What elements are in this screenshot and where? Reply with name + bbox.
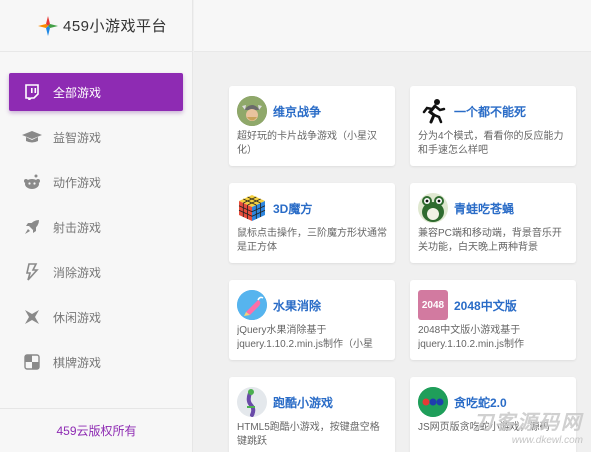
game-description: 2048中文版小游戏基于jquery.1.10.2.min.js制作 bbox=[418, 325, 524, 350]
game-card[interactable]: 一个都不能死 分为4个模式，看看你的反应能力和手速怎么样吧 bbox=[410, 86, 576, 166]
watermark-url: www.dkewl.com bbox=[511, 435, 583, 446]
rubiks-cube-thumb bbox=[237, 193, 267, 223]
brand-title: 459小游戏平台 bbox=[63, 18, 168, 35]
sidebar-item-all-games[interactable]: 全部游戏 bbox=[9, 73, 183, 111]
sidebar-item-match-games[interactable]: 消除游戏 bbox=[0, 253, 193, 291]
sidebar-footer: 459云版权所有 bbox=[0, 408, 193, 452]
game-card[interactable]: 水果消除 jQuery水果消除基于jquery.1.10.2.min.js制作（… bbox=[229, 280, 395, 360]
reddit-icon bbox=[22, 172, 42, 192]
sidebar-item-puzzle-games[interactable]: 益智游戏 bbox=[0, 118, 193, 156]
game-description: 鼠标点击操作，三阶魔方形状通常是正方体 bbox=[237, 228, 387, 253]
game-description: 兼容PC端和移动端，背景音乐开关功能，白天晚上两种背景 bbox=[418, 228, 562, 253]
sidebar-item-board-games[interactable]: 棋牌游戏 bbox=[0, 343, 193, 381]
game-card[interactable]: 跑酷小游戏 HTML5跑酷小游戏，按键盘空格键跳跃 bbox=[229, 377, 395, 452]
brand-header[interactable]: 459小游戏平台 bbox=[0, 0, 193, 52]
snake-thumb bbox=[418, 387, 448, 417]
game-title[interactable]: 青蛙吃苍蝇 bbox=[454, 200, 514, 217]
game-card[interactable]: 3D魔方 鼠标点击操作，三阶魔方形状通常是正方体 bbox=[229, 183, 395, 263]
game-title[interactable]: 一个都不能死 bbox=[454, 103, 526, 120]
bolt-icon bbox=[22, 262, 42, 282]
rocket-icon bbox=[22, 217, 42, 237]
sidebar-item-label: 休闲游戏 bbox=[53, 310, 102, 325]
twitch-icon bbox=[22, 82, 42, 102]
logo-icon bbox=[38, 15, 58, 36]
leaf-icon bbox=[22, 307, 42, 327]
sidebar-item-shooting-games[interactable]: 射击游戏 bbox=[0, 208, 193, 246]
game-description: HTML5跑酷小游戏，按键盘空格键跳跃 bbox=[237, 422, 380, 447]
sidebar-item-casual-games[interactable]: 休闲游戏 bbox=[0, 298, 193, 336]
top-bar bbox=[194, 0, 591, 52]
game-title[interactable]: 3D魔方 bbox=[273, 200, 312, 217]
watermark: 刀客源码网 www.dkewl.com bbox=[473, 406, 583, 446]
fruit-thumb bbox=[237, 290, 267, 320]
frog-thumb bbox=[418, 193, 448, 223]
game-title[interactable]: 维京战争 bbox=[273, 103, 321, 120]
sidebar-item-label: 全部游戏 bbox=[53, 85, 102, 100]
sidebar-item-label: 棋牌游戏 bbox=[53, 355, 102, 370]
2048-thumb: 2048 bbox=[418, 290, 448, 320]
parkour-thumb bbox=[237, 387, 267, 417]
watermark-title: 刀客源码网 bbox=[473, 412, 583, 434]
game-title[interactable]: 水果消除 bbox=[273, 297, 321, 314]
game-title[interactable]: 跑酷小游戏 bbox=[273, 394, 333, 411]
sidebar: 459小游戏平台 全部游戏 益智游戏 动作游戏 射击游戏 消除游戏 休闲游戏 棋… bbox=[0, 0, 193, 452]
game-description: jQuery水果消除基于jquery.1.10.2.min.js制作（小星美..… bbox=[237, 325, 373, 350]
sidebar-item-label: 消除游戏 bbox=[53, 265, 102, 280]
sidebar-item-label: 动作游戏 bbox=[53, 175, 102, 190]
game-card[interactable]: 2048 2048中文版 2048中文版小游戏基于jquery.1.10.2.m… bbox=[410, 280, 576, 360]
game-card[interactable]: 青蛙吃苍蝇 兼容PC端和移动端，背景音乐开关功能，白天晚上两种背景 bbox=[410, 183, 576, 263]
viking-thumb bbox=[237, 96, 267, 126]
sidebar-item-label: 射击游戏 bbox=[53, 220, 102, 235]
game-description: 超好玩的卡片战争游戏（小星汉化） bbox=[237, 131, 377, 156]
main-content: 维京战争 超好玩的卡片战争游戏（小星汉化） 一个都不能死 分为4个模式，看看你的… bbox=[194, 0, 591, 452]
sidebar-item-action-games[interactable]: 动作游戏 bbox=[0, 163, 193, 201]
game-title[interactable]: 2048中文版 bbox=[454, 297, 517, 314]
sidebar-item-label: 益智游戏 bbox=[53, 130, 102, 145]
runner-thumb bbox=[418, 96, 448, 126]
sidebar-menu: 全部游戏 益智游戏 动作游戏 射击游戏 消除游戏 休闲游戏 棋牌游戏 bbox=[0, 73, 193, 388]
game-card[interactable]: 维京战争 超好玩的卡片战争游戏（小星汉化） bbox=[229, 86, 395, 166]
chess-board-icon bbox=[22, 352, 42, 372]
copyright-text: 459云版权所有 bbox=[56, 424, 137, 438]
graduation-cap-icon bbox=[22, 127, 42, 147]
game-description: 分为4个模式，看看你的反应能力和手速怎么样吧 bbox=[418, 131, 564, 156]
